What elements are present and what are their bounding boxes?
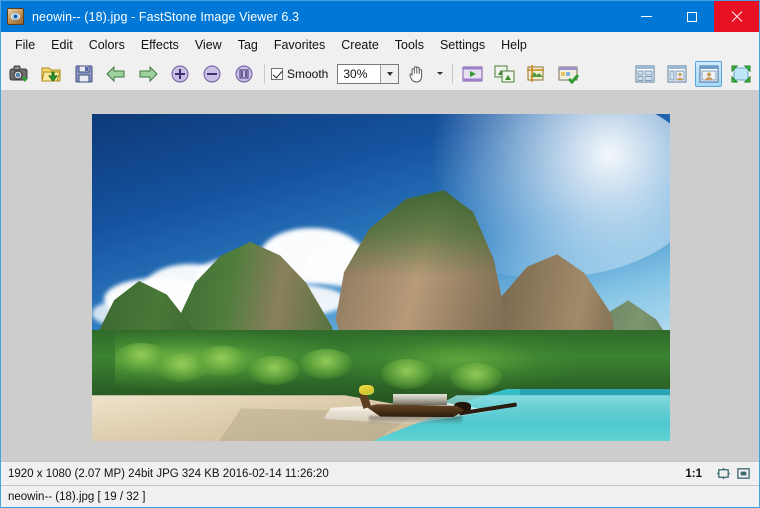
save-button[interactable] [70, 61, 97, 87]
zoom-out-icon [203, 65, 220, 82]
zoom-out-button[interactable] [198, 61, 225, 87]
status-bar-right: 1:1 [685, 466, 759, 481]
filmstrip-view-icon [667, 65, 686, 82]
filmstrip-view-button[interactable] [663, 61, 690, 87]
fullscreen-view-button[interactable] [727, 61, 754, 87]
smooth-checkbox-box [271, 67, 283, 80]
compare-images-button[interactable] [491, 61, 518, 87]
menu-item-effects[interactable]: Effects [133, 35, 187, 55]
menu-item-settings[interactable]: Settings [432, 35, 493, 55]
smooth-checkbox[interactable]: Smooth [271, 67, 328, 81]
boat-canopy [392, 393, 448, 406]
crop-board-icon [526, 64, 544, 82]
single-image-view-button[interactable] [695, 60, 722, 87]
pan-tool-dropdown-icon[interactable] [437, 72, 444, 75]
toolbar-separator-2 [452, 63, 454, 84]
slideshow-button[interactable] [459, 61, 486, 87]
menu-item-help[interactable]: Help [493, 35, 535, 55]
title-bar: neowin-- (18).jpg - FastStone Image View… [1, 1, 759, 32]
menu-item-view[interactable]: View [187, 35, 230, 55]
minimize-icon [641, 16, 652, 17]
menu-item-colors[interactable]: Colors [81, 35, 133, 55]
thumbnail-grid-view-icon [635, 65, 654, 82]
close-button[interactable] [714, 1, 759, 32]
faststone-app-icon [7, 8, 24, 25]
menu-item-tag[interactable]: Tag [230, 35, 266, 55]
fullscreen-view-icon [731, 65, 750, 82]
open-folder-icon [40, 67, 61, 82]
status-bar: 1920 x 1080 (2.07 MP) 24bit JPG 324 KB 2… [1, 461, 759, 485]
palm-tree [381, 359, 434, 389]
single-image-view-icon [699, 65, 718, 82]
palm-tree [300, 349, 353, 379]
tropical-beach-karst-photo[interactable] [92, 114, 670, 441]
bottom-bar: neowin-- (18).jpg [ 19 / 32 ] [1, 485, 759, 507]
image-info-text: 1920 x 1080 (2.07 MP) 24bit JPG 324 KB 2… [8, 467, 329, 480]
maximize-icon [686, 11, 697, 22]
thumbnail-grid-view-button[interactable] [631, 61, 658, 87]
minimize-button[interactable] [624, 1, 669, 32]
menu-item-favorites[interactable]: Favorites [266, 35, 333, 55]
previous-image-button[interactable] [102, 61, 129, 87]
palm-tree [450, 362, 503, 392]
batch-convert-icon [558, 66, 579, 84]
window-controls [624, 1, 759, 32]
actual-size-button[interactable] [230, 61, 257, 87]
close-icon [731, 11, 743, 23]
maximize-button[interactable] [669, 1, 714, 32]
next-image-icon [139, 65, 158, 82]
filename-counter-text: neowin-- (18).jpg [ 19 / 32 ] [8, 490, 146, 503]
window-title: neowin-- (18).jpg - FastStone Image View… [32, 9, 299, 24]
fullscreen-icon[interactable] [736, 466, 751, 481]
boat-bow-ribbons [359, 385, 375, 396]
next-image-button[interactable] [134, 61, 161, 87]
slideshow-icon [462, 66, 483, 81]
zoom-level-value: 30% [343, 66, 368, 81]
previous-image-icon [105, 65, 124, 82]
zoom-ratio-label[interactable]: 1:1 [685, 468, 702, 480]
save-icon [75, 65, 92, 82]
screen-capture-button[interactable] [6, 61, 33, 87]
faststone-image-viewer-window: neowin-- (18).jpg - FastStone Image View… [0, 0, 760, 508]
zoom-level-combobox[interactable]: 30% [337, 63, 400, 84]
main-toolbar: Smooth 30% [1, 57, 759, 90]
menu-item-tools[interactable]: Tools [387, 35, 432, 55]
menu-bar: File Edit Colors Effects View Tag Favori… [1, 32, 759, 57]
menu-item-edit[interactable]: Edit [43, 35, 81, 55]
smooth-checkbox-label: Smooth [287, 66, 329, 81]
fit-to-window-icon[interactable] [716, 466, 731, 481]
batch-convert-button[interactable] [555, 61, 582, 87]
menu-item-file[interactable]: File [7, 35, 43, 55]
hand-pan-icon [409, 66, 422, 83]
image-canvas[interactable] [1, 90, 759, 461]
zoom-in-icon [171, 65, 188, 82]
screen-capture-icon [9, 65, 28, 82]
pan-tool-button[interactable] [403, 61, 430, 87]
chevron-down-icon [386, 71, 393, 76]
compare-images-icon [494, 65, 515, 82]
open-folder-button[interactable] [38, 61, 65, 87]
crop-button[interactable] [523, 61, 550, 87]
actual-size-icon [235, 65, 252, 82]
zoom-in-button[interactable] [166, 61, 193, 87]
menu-item-create[interactable]: Create [333, 35, 387, 55]
palm-tree [196, 346, 249, 376]
zoom-level-dropdown-button[interactable] [380, 64, 399, 83]
toolbar-separator [264, 63, 265, 84]
